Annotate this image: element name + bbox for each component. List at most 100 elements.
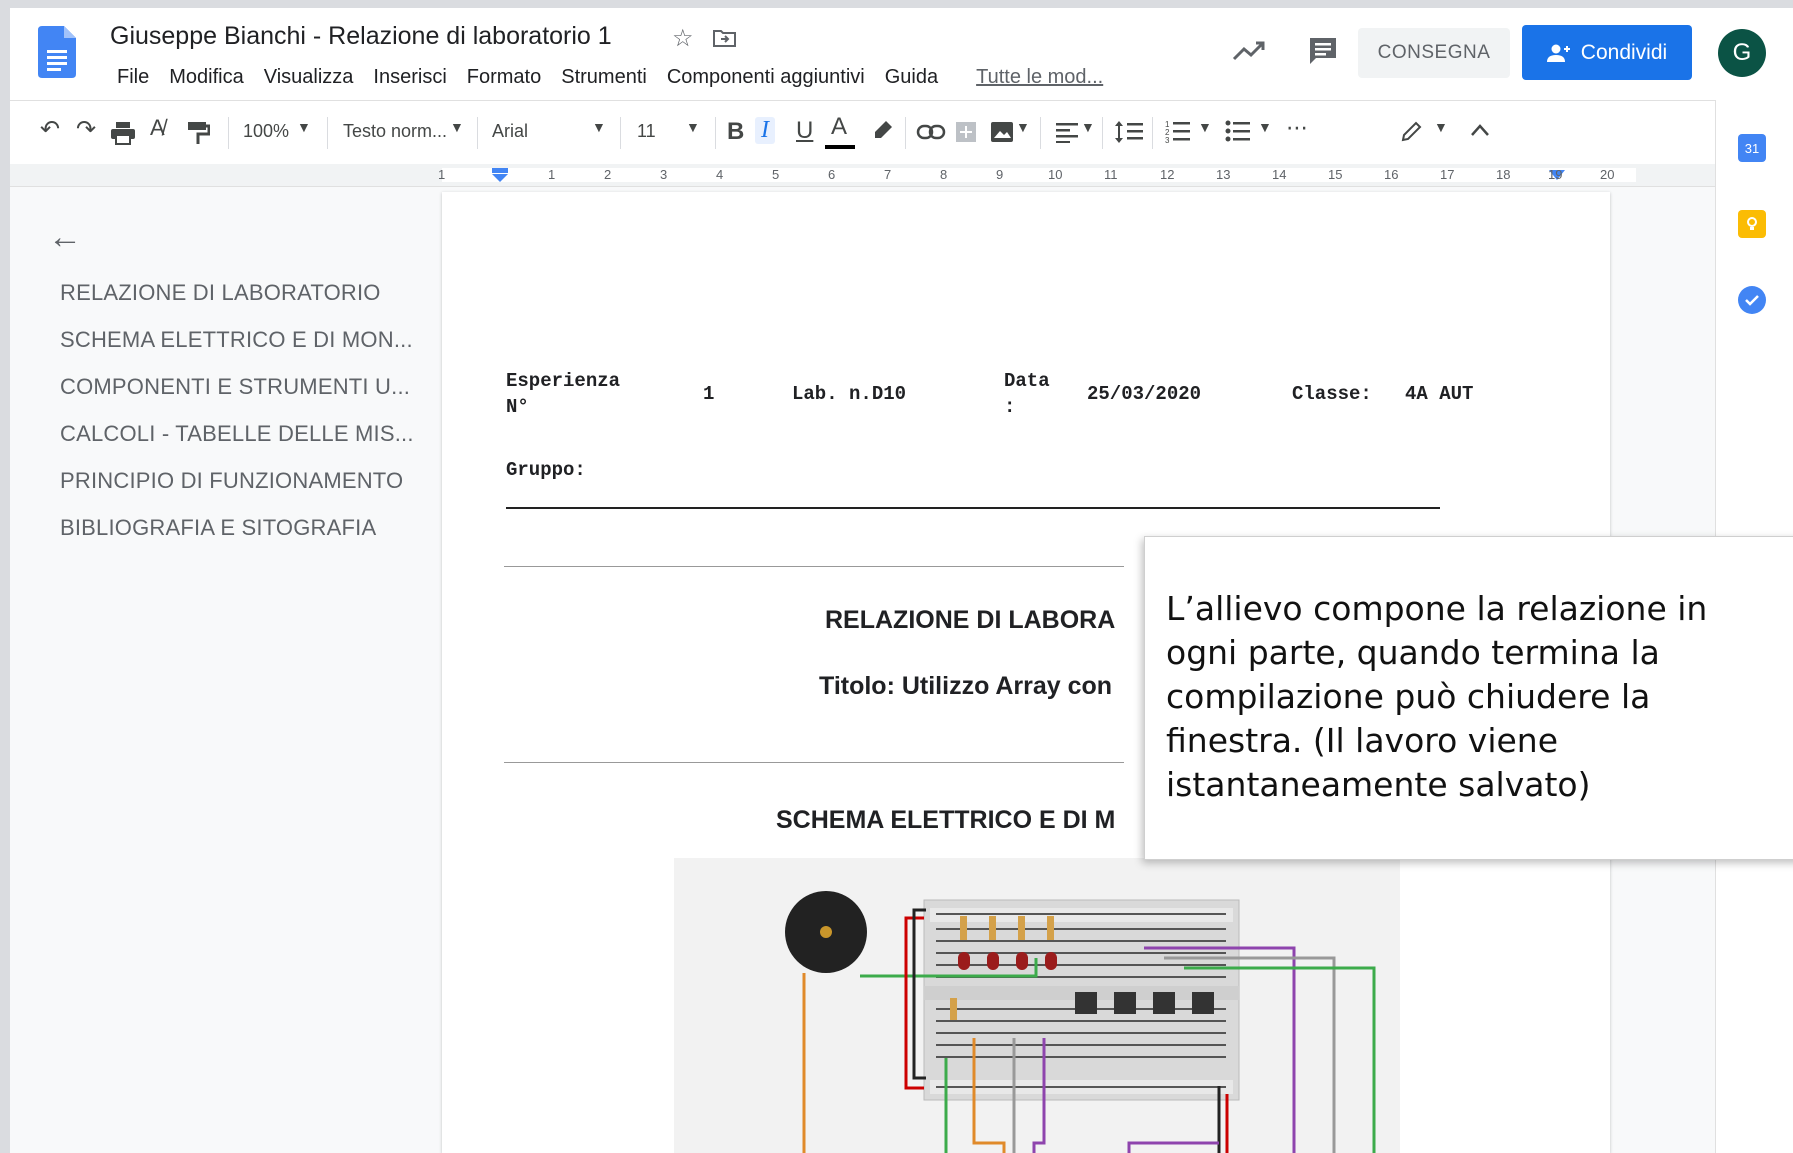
add-comment-icon[interactable] bbox=[955, 121, 977, 143]
ruler-label: 16 bbox=[1384, 167, 1399, 182]
close-outline-arrow-icon[interactable]: ← bbox=[48, 218, 82, 257]
svg-text:3: 3 bbox=[1165, 136, 1170, 145]
gruppo-label: Gruppo: bbox=[506, 459, 586, 481]
last-edit-link[interactable]: Tutte le mod... bbox=[966, 66, 1113, 89]
menu-formato[interactable]: Formato bbox=[457, 66, 551, 89]
bulleted-list-dropdown-icon[interactable]: ▼ bbox=[1258, 119, 1272, 135]
style-dropdown-icon[interactable]: ▼ bbox=[450, 119, 464, 135]
print-icon[interactable] bbox=[110, 120, 136, 146]
title-bar: Giuseppe Bianchi - Relazione di laborato… bbox=[10, 8, 1793, 100]
zoom-dropdown-icon[interactable]: ▼ bbox=[297, 119, 311, 135]
ruler-label: 10 bbox=[1048, 167, 1063, 182]
numbered-list-icon[interactable]: 1 2 3 bbox=[1165, 119, 1191, 145]
document-outline: RELAZIONE DI LABORATORIO SCHEMA ELETTRIC… bbox=[60, 280, 414, 562]
menu-strumenti[interactable]: Strumenti bbox=[551, 66, 657, 89]
highlight-pen-icon[interactable] bbox=[872, 119, 894, 143]
ruler-label: 11 bbox=[1104, 167, 1118, 182]
ruler-label: 4 bbox=[716, 167, 724, 182]
image-dropdown-icon[interactable]: ▼ bbox=[1016, 119, 1030, 135]
collapse-menus-icon[interactable] bbox=[1470, 123, 1490, 137]
align-dropdown-icon[interactable]: ▼ bbox=[1081, 119, 1095, 135]
ruler-label: 7 bbox=[884, 167, 892, 182]
outline-item[interactable]: CALCOLI - TABELLE DELLE MIS... bbox=[60, 421, 414, 468]
editing-mode-dropdown-icon[interactable]: ▼ bbox=[1434, 119, 1448, 135]
font-size-select[interactable]: 11 bbox=[637, 121, 656, 142]
circuit-diagram-image[interactable] bbox=[674, 858, 1400, 1153]
ruler-label: 19 bbox=[1548, 167, 1563, 182]
paragraph-style-select[interactable]: Testo norm... bbox=[343, 121, 447, 142]
ruler-label: 20 bbox=[1600, 167, 1615, 182]
avatar[interactable]: G bbox=[1718, 29, 1766, 77]
indent-marker-icon[interactable] bbox=[490, 168, 510, 182]
insert-image-icon[interactable] bbox=[990, 121, 1014, 143]
date-value: 25/03/2020 bbox=[1087, 383, 1202, 405]
classe-value: 4A AUT bbox=[1405, 383, 1474, 405]
share-button[interactable]: Condividi bbox=[1522, 25, 1692, 80]
paint-format-icon[interactable] bbox=[186, 120, 210, 146]
section-divider bbox=[504, 566, 1124, 567]
outline-item[interactable]: PRINCIPIO DI FUNZIONAMENTO bbox=[60, 468, 414, 515]
share-label: Condividi bbox=[1580, 40, 1668, 64]
instruction-callout: L’allievo compone la relazione in ogni p… bbox=[1144, 536, 1793, 860]
keep-icon[interactable] bbox=[1738, 210, 1766, 238]
data-label-colon: : bbox=[1004, 396, 1016, 418]
outline-item[interactable]: BIBLIOGRAFIA E SITOGRAFIA bbox=[60, 515, 414, 562]
ruler-label: 1 bbox=[438, 167, 446, 182]
ruler-label: 8 bbox=[940, 167, 948, 182]
zoom-select[interactable]: 100% bbox=[243, 121, 289, 142]
editing-mode-pencil-icon[interactable] bbox=[1400, 119, 1424, 143]
heading-titolo: Titolo: Utilizzo Array con bbox=[819, 672, 1113, 700]
share-people-icon bbox=[1546, 44, 1570, 62]
size-dropdown-icon[interactable]: ▼ bbox=[686, 119, 700, 135]
ruler-label: 5 bbox=[772, 167, 780, 182]
ruler-label: 15 bbox=[1328, 167, 1343, 182]
classe-label: Classe: bbox=[1292, 383, 1372, 405]
numbered-list-dropdown-icon[interactable]: ▼ bbox=[1198, 119, 1212, 135]
docs-logo-icon[interactable] bbox=[38, 26, 76, 78]
menu-inserisci[interactable]: Inserisci bbox=[363, 66, 456, 89]
text-color-button[interactable]: A bbox=[831, 113, 847, 141]
more-options-icon[interactable]: ⋯ bbox=[1286, 115, 1308, 141]
bold-button[interactable]: B bbox=[727, 118, 744, 146]
comment-icon[interactable] bbox=[1308, 36, 1338, 66]
spellcheck-icon[interactable]: A̸ bbox=[150, 115, 165, 141]
star-icon[interactable]: ☆ bbox=[672, 24, 694, 53]
ruler-label: 3 bbox=[660, 167, 668, 182]
font-dropdown-icon[interactable]: ▼ bbox=[592, 119, 606, 135]
text-color-label: A bbox=[831, 113, 848, 140]
italic-button[interactable]: I bbox=[755, 117, 775, 144]
bulleted-list-icon[interactable] bbox=[1225, 119, 1251, 145]
menu-modifica[interactable]: Modifica bbox=[159, 66, 253, 89]
callout-text: L’allievo compone la relazione in ogni p… bbox=[1166, 589, 1708, 804]
outline-item[interactable]: SCHEMA ELETTRICO E DI MON... bbox=[60, 327, 414, 374]
tasks-icon[interactable] bbox=[1738, 286, 1766, 314]
line-spacing-icon[interactable] bbox=[1114, 119, 1144, 145]
ruler-label: 2 bbox=[604, 167, 612, 182]
esperienza-value: 1 bbox=[703, 383, 715, 405]
ruler: 1 1 2 3 4 5 6 7 8 9 10 11 12 13 14 15 16… bbox=[10, 164, 1715, 187]
menu-guida[interactable]: Guida bbox=[875, 66, 948, 89]
ruler-label: 17 bbox=[1440, 167, 1455, 182]
menu-componenti-aggiuntivi[interactable]: Componenti aggiuntivi bbox=[657, 66, 875, 89]
esperienza-label-number: N° bbox=[506, 396, 529, 418]
data-label: Data bbox=[1004, 370, 1050, 392]
undo-icon[interactable]: ↶ bbox=[40, 115, 60, 144]
document-title[interactable]: Giuseppe Bianchi - Relazione di laborato… bbox=[110, 22, 612, 51]
ruler-label: 12 bbox=[1160, 167, 1175, 182]
outline-item[interactable]: RELAZIONE DI LABORATORIO bbox=[60, 280, 414, 327]
consegna-button[interactable]: CONSEGNA bbox=[1358, 28, 1510, 78]
outline-item[interactable]: COMPONENTI E STRUMENTI U... bbox=[60, 374, 414, 421]
redo-icon[interactable]: ↷ bbox=[76, 115, 96, 144]
move-folder-icon[interactable] bbox=[713, 28, 737, 48]
underline-button[interactable]: U bbox=[796, 117, 813, 145]
menu-file[interactable]: File bbox=[107, 66, 159, 89]
font-select[interactable]: Arial bbox=[492, 121, 528, 142]
menu-visualizza[interactable]: Visualizza bbox=[254, 66, 364, 89]
calendar-icon[interactable]: 31 bbox=[1738, 134, 1766, 162]
ruler-label: 13 bbox=[1216, 167, 1231, 182]
align-left-icon[interactable] bbox=[1055, 121, 1081, 143]
link-icon[interactable] bbox=[916, 123, 946, 141]
text-color-swatch bbox=[825, 145, 855, 149]
ruler-label: 14 bbox=[1272, 167, 1287, 182]
activity-trend-icon[interactable] bbox=[1232, 40, 1266, 62]
